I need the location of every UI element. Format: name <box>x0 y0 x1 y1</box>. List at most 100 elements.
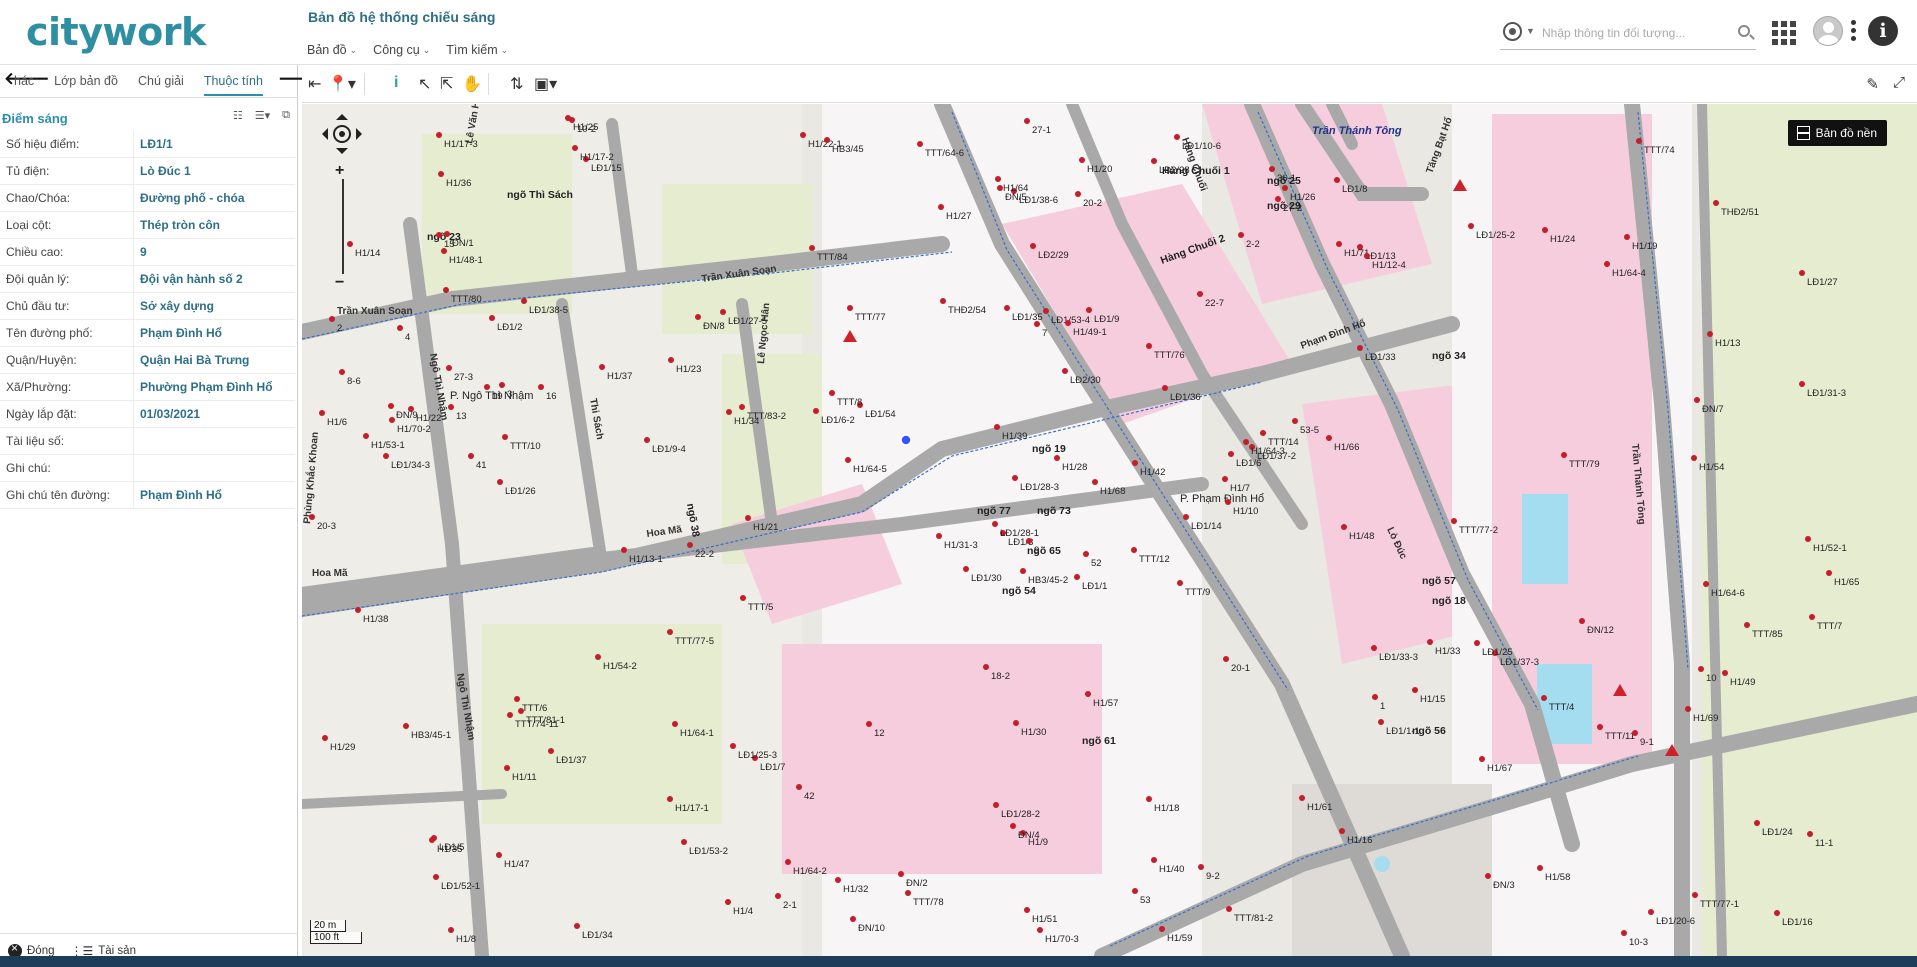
info-icon[interactable]: i <box>1868 16 1898 46</box>
menu-tim-kiem[interactable]: Tìm kiếm ⌄ <box>446 43 508 57</box>
street-light-point[interactable] <box>1083 551 1089 557</box>
street-light-point[interactable] <box>1223 656 1229 662</box>
street-light-point[interactable] <box>813 408 819 414</box>
street-light-point[interactable] <box>448 404 454 410</box>
street-light-point[interactable] <box>429 837 435 843</box>
street-light-point[interactable] <box>433 874 439 880</box>
street-light-point[interactable] <box>1371 645 1377 651</box>
street-light-point[interactable] <box>1468 223 1474 229</box>
street-light-point[interactable] <box>1336 241 1342 247</box>
select-pointer-icon[interactable]: ↖ <box>418 74 431 94</box>
street-light-point[interactable] <box>1146 796 1152 802</box>
target-icon[interactable] <box>1503 22 1522 41</box>
presentation-icon[interactable]: ▣▾ <box>534 74 557 94</box>
tab-attributes[interactable]: Thuộc tính <box>203 74 263 96</box>
street-light-point[interactable] <box>687 542 693 548</box>
street-light-point[interactable] <box>1621 930 1627 936</box>
street-light-point[interactable] <box>1805 536 1811 542</box>
street-light-point[interactable] <box>1691 455 1697 461</box>
citywork-logo[interactable]: citywork <box>26 10 206 54</box>
street-light-point[interactable] <box>521 298 527 304</box>
street-light-point[interactable] <box>1238 232 1244 238</box>
tab-layers[interactable]: Lớp bản đồ <box>54 74 118 96</box>
street-light-point[interactable] <box>436 132 442 138</box>
street-light-point[interactable] <box>444 231 450 237</box>
street-light-point[interactable] <box>322 735 328 741</box>
street-light-point[interactable] <box>1225 499 1231 505</box>
street-light-point[interactable] <box>668 357 674 363</box>
street-light-point[interactable] <box>569 117 575 123</box>
street-light-point[interactable] <box>845 457 851 463</box>
street-light-point[interactable] <box>502 434 508 440</box>
street-light-point[interactable] <box>1222 476 1228 482</box>
street-light-point[interactable] <box>599 364 605 370</box>
street-light-point[interactable] <box>319 410 325 416</box>
street-light-point[interactable] <box>835 877 841 883</box>
street-light-point[interactable] <box>1062 368 1068 374</box>
pan-hand-icon[interactable]: ✋ <box>462 74 482 94</box>
street-light-point[interactable] <box>1226 906 1232 912</box>
street-light-point[interactable] <box>667 629 673 635</box>
street-light-point[interactable] <box>994 424 1000 430</box>
street-light-point[interactable] <box>1826 570 1832 576</box>
street-light-point[interactable] <box>1024 907 1030 913</box>
street-light-point[interactable] <box>850 916 856 922</box>
street-light-point[interactable] <box>572 145 578 151</box>
street-light-point[interactable] <box>1799 270 1805 276</box>
identify-icon[interactable]: i <box>394 74 398 92</box>
street-light-point[interactable] <box>1474 640 1480 646</box>
street-light-point[interactable] <box>595 654 601 660</box>
street-light-point[interactable] <box>1197 291 1203 297</box>
street-light-point[interactable] <box>800 132 806 138</box>
tab-legend[interactable]: Chú giải <box>138 74 184 96</box>
street-light-point[interactable] <box>1542 227 1548 233</box>
street-light-point[interactable] <box>1151 158 1157 164</box>
zoom-in-button[interactable]: + <box>335 162 344 180</box>
street-light-point[interactable] <box>1020 568 1026 574</box>
street-light-point[interactable] <box>720 309 726 315</box>
street-light-point[interactable] <box>347 241 353 247</box>
street-light-point[interactable] <box>507 712 513 718</box>
street-light-point[interactable] <box>905 890 911 896</box>
street-light-point[interactable] <box>397 325 403 331</box>
street-light-point[interactable] <box>1722 670 1728 676</box>
street-light-point[interactable] <box>1054 455 1060 461</box>
street-light-point[interactable] <box>796 784 802 790</box>
street-light-point[interactable] <box>1364 253 1370 259</box>
street-light-point[interactable] <box>1698 666 1704 672</box>
street-light-point[interactable] <box>1146 343 1152 349</box>
street-light-point[interactable] <box>355 607 361 613</box>
street-light-point[interactable] <box>936 533 942 539</box>
street-light-point[interactable] <box>1694 397 1700 403</box>
sort-icon[interactable]: ⇅ <box>510 74 523 94</box>
street-light-point[interactable] <box>1713 200 1719 206</box>
street-light-point[interactable] <box>1412 687 1418 693</box>
street-light-point[interactable] <box>1774 910 1780 916</box>
street-light-point[interactable] <box>1597 724 1603 730</box>
street-light-point[interactable] <box>1282 185 1288 191</box>
street-light-point[interactable] <box>574 923 580 929</box>
street-light-point[interactable] <box>1260 430 1266 436</box>
fullscreen-icon[interactable]: ⤢ <box>1893 74 1905 91</box>
street-light-point[interactable] <box>775 893 781 899</box>
street-light-point[interactable] <box>1807 831 1813 837</box>
street-light-point[interactable] <box>785 859 791 865</box>
street-light-point[interactable] <box>983 664 989 670</box>
street-light-point[interactable] <box>1799 381 1805 387</box>
street-light-point[interactable] <box>997 185 1003 191</box>
apps-grid-icon[interactable] <box>1772 21 1796 45</box>
street-light-point[interactable] <box>1075 191 1081 197</box>
street-light-point[interactable] <box>1043 308 1049 314</box>
street-light-point[interactable] <box>847 305 853 311</box>
street-light-point[interactable] <box>1177 580 1183 586</box>
street-light-point[interactable] <box>446 365 452 371</box>
street-light-point[interactable] <box>1034 321 1040 327</box>
street-light-point[interactable] <box>1174 134 1180 140</box>
street-light-point[interactable] <box>993 802 999 808</box>
street-light-point[interactable] <box>497 479 503 485</box>
street-light-point[interactable] <box>1037 927 1043 933</box>
street-light-point[interactable] <box>1004 305 1010 311</box>
street-light-point[interactable] <box>725 899 731 905</box>
street-light-point[interactable] <box>1065 320 1071 326</box>
street-light-point[interactable] <box>963 566 969 572</box>
